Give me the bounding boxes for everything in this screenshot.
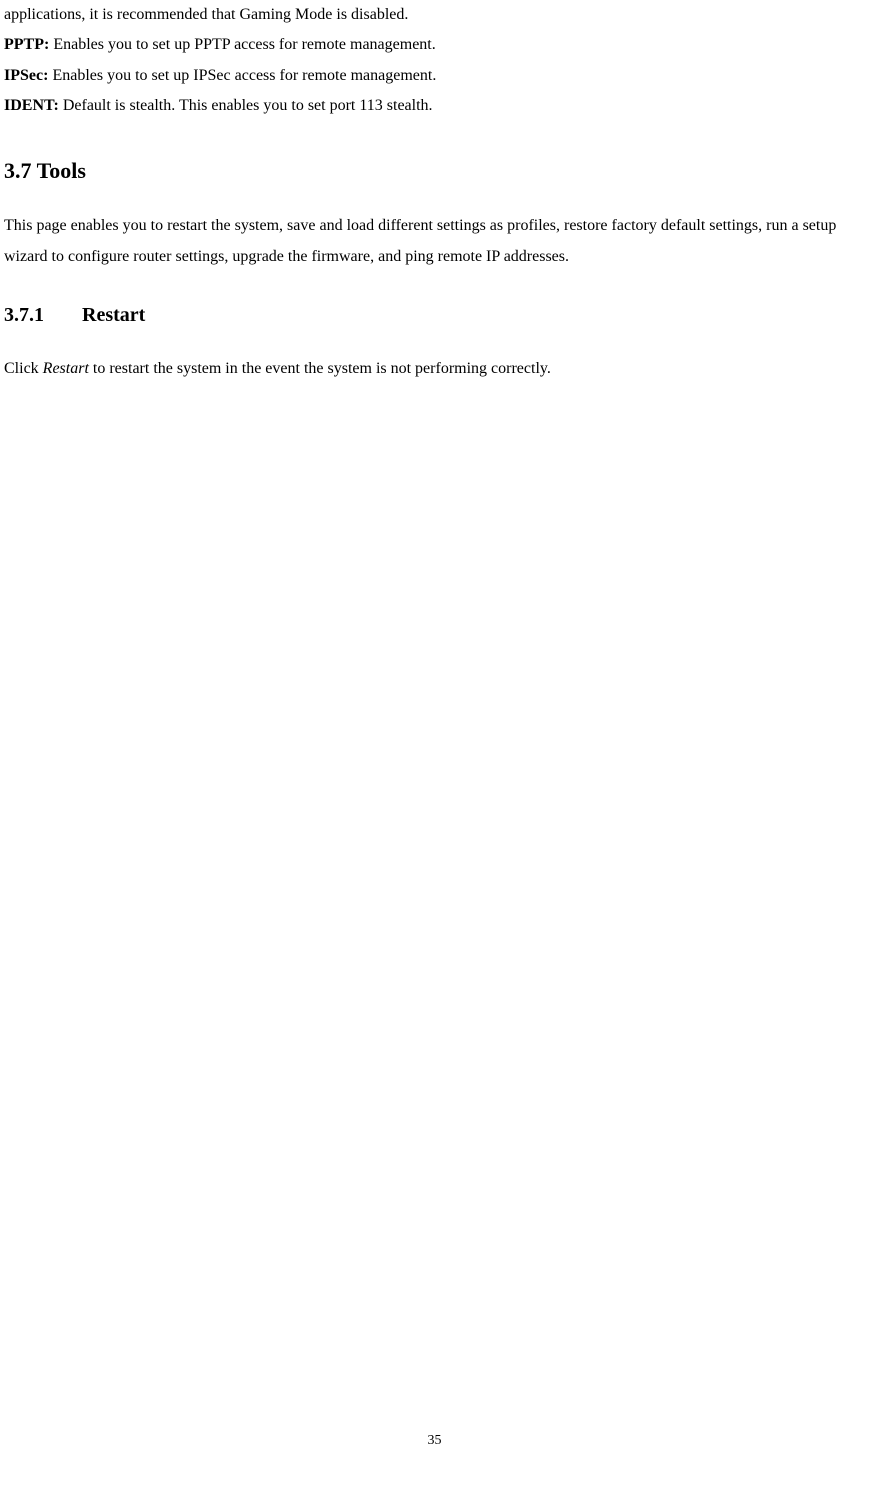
def-pptp-text: Enables you to set up PPTP access for re… (49, 36, 435, 53)
top-fragment: applications, it is recommended that Gam… (4, 0, 865, 30)
subsection-title: Restart (82, 304, 145, 326)
def-pptp-label: PPTP: (4, 36, 49, 53)
def-ident-label: IDENT: (4, 97, 59, 114)
def-ipsec: IPSec: Enables you to set up IPSec acces… (4, 61, 865, 91)
def-ident-text: Default is stealth. This enables you to … (59, 97, 433, 114)
def-ipsec-text: Enables you to set up IPSec access for r… (48, 67, 436, 84)
section-intro: This page enables you to restart the sys… (4, 211, 865, 272)
restart-text-after: to restart the system in the event the s… (89, 360, 551, 377)
section-heading-tools: 3.7 Tools (4, 150, 865, 192)
page-number: 35 (0, 1428, 869, 1455)
def-ipsec-label: IPSec: (4, 67, 48, 84)
subsection-number: 3.7.1 (4, 296, 44, 334)
restart-text-before: Click (4, 360, 43, 377)
restart-paragraph: Click Restart to restart the system in t… (4, 354, 865, 384)
restart-italic: Restart (43, 360, 89, 377)
subsection-heading-restart: 3.7.1 Restart (4, 296, 865, 334)
def-pptp: PPTP: Enables you to set up PPTP access … (4, 30, 865, 60)
def-ident: IDENT: Default is stealth. This enables … (4, 91, 865, 121)
